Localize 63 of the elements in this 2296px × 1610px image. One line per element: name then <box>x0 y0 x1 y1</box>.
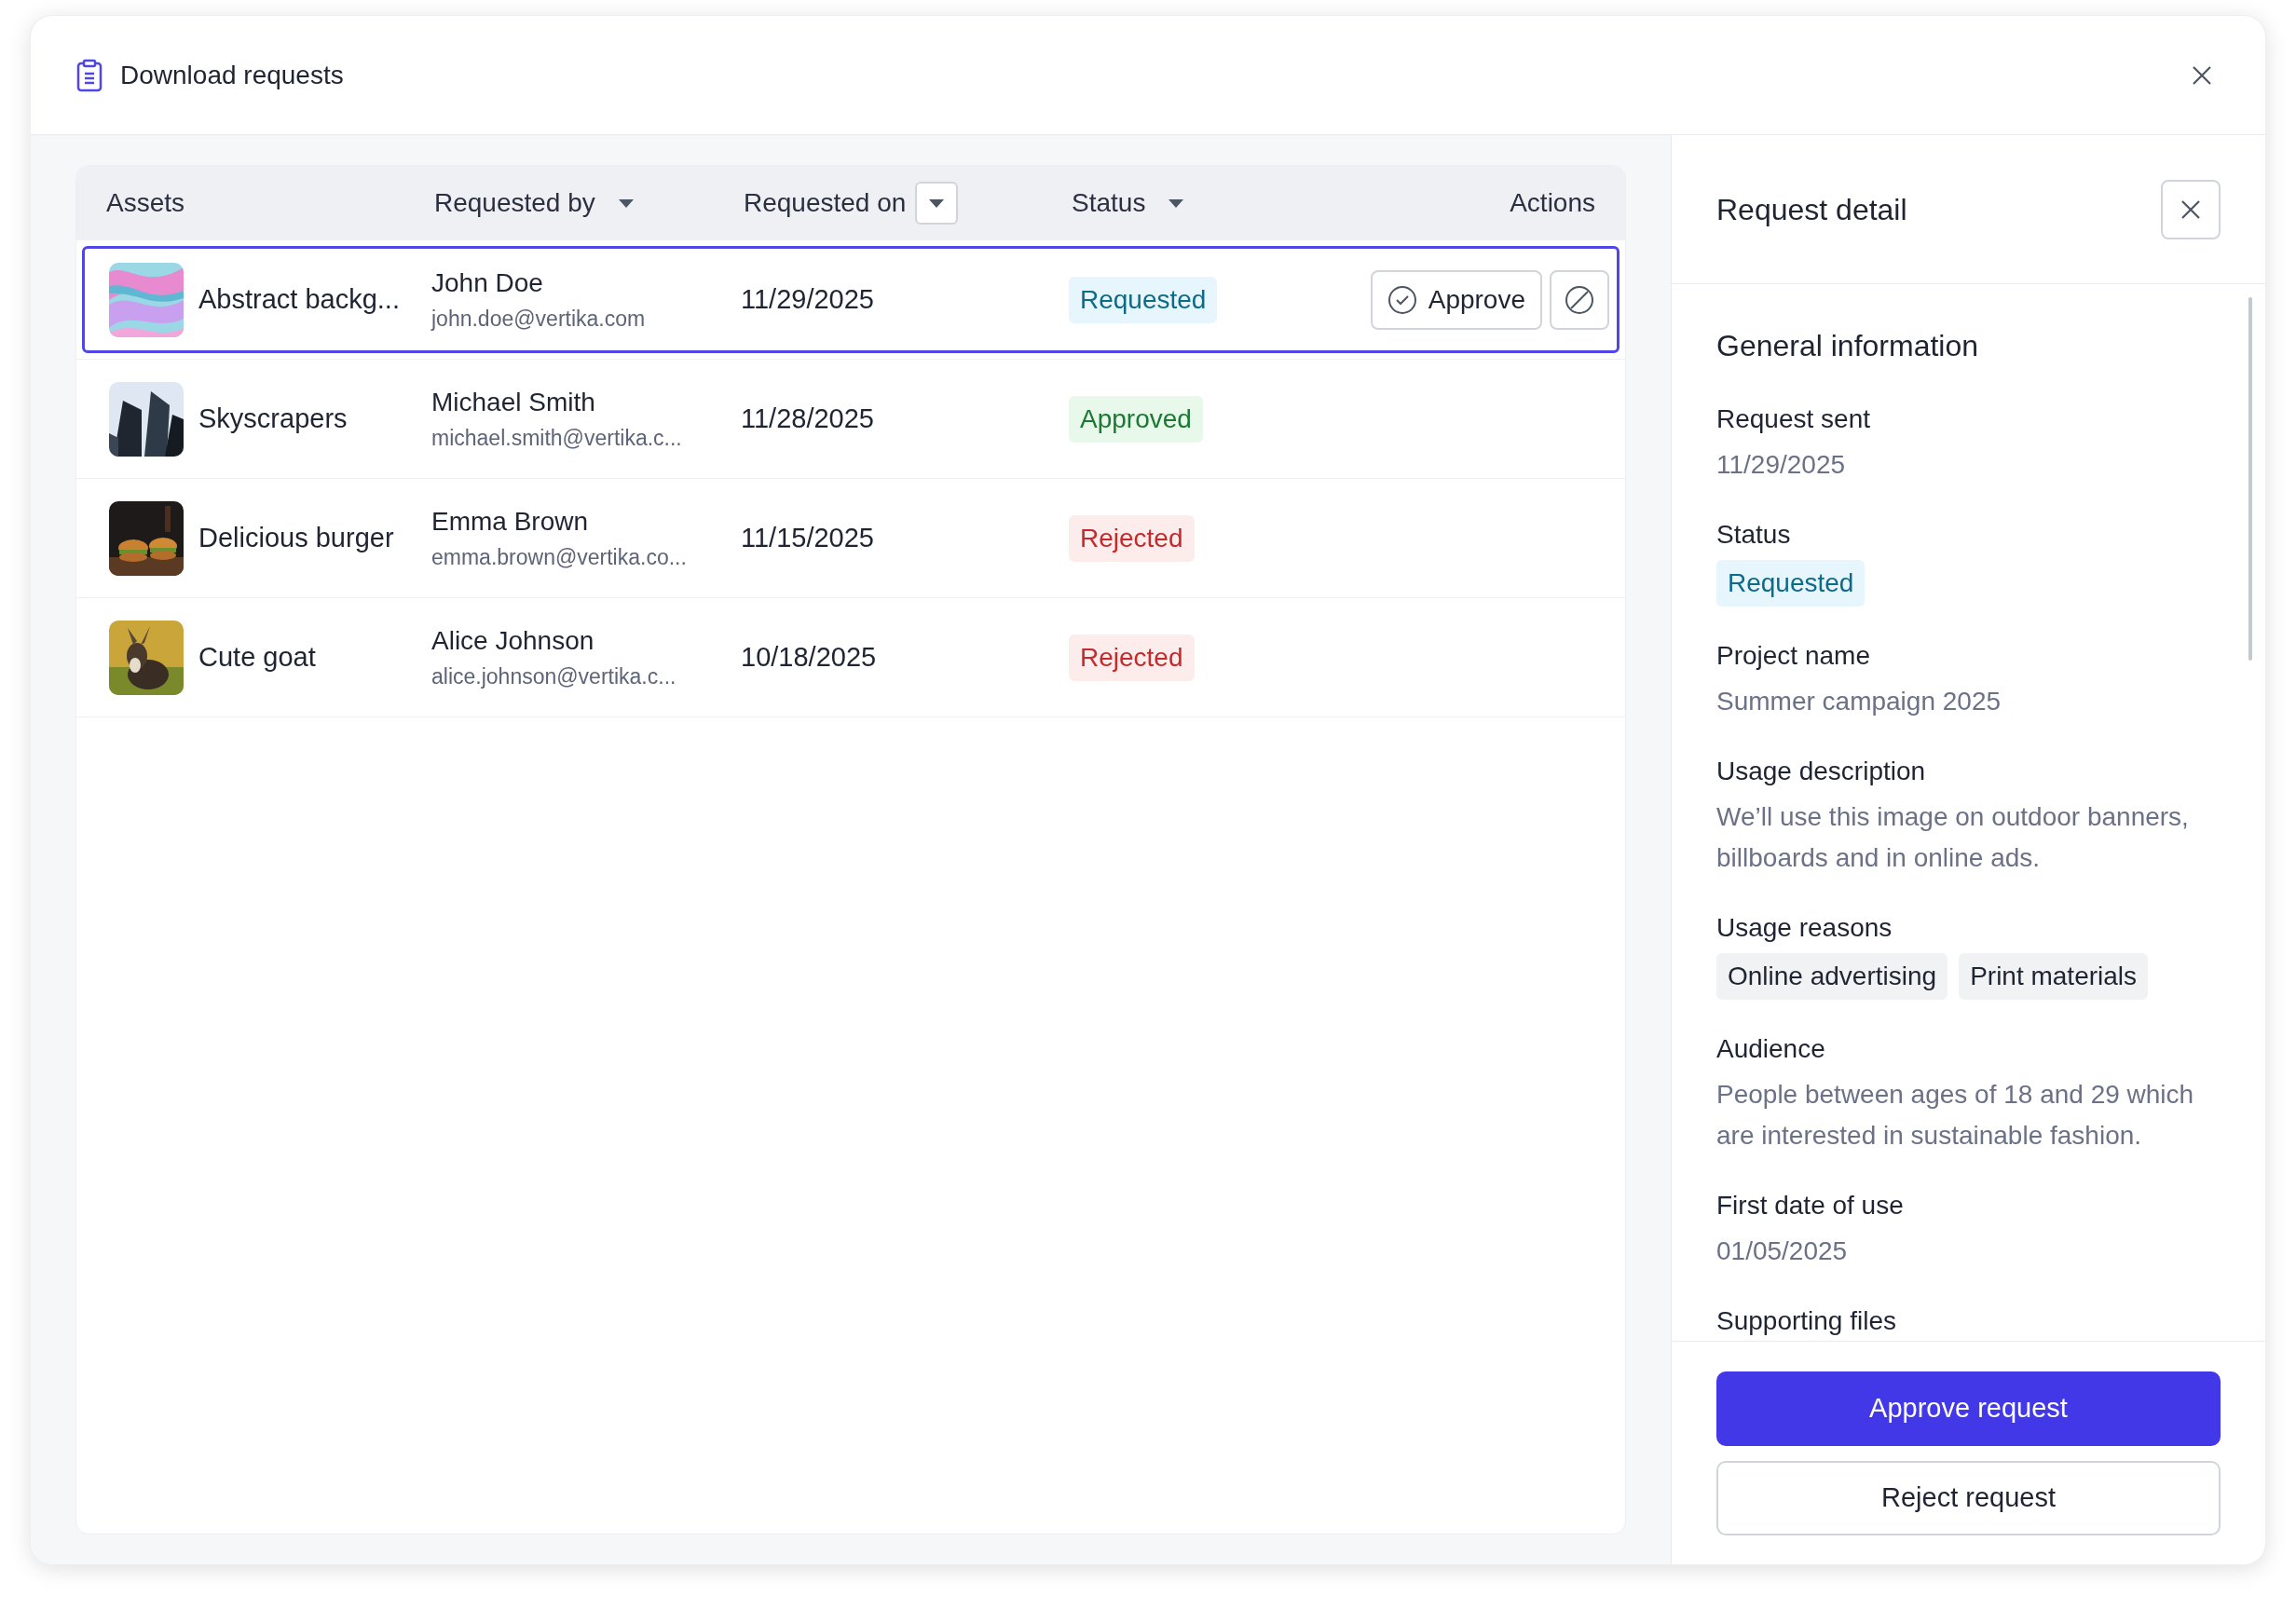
column-header: Requested by <box>434 187 595 219</box>
requester-name: Michael Smith <box>431 387 596 419</box>
prohibited-icon <box>1565 284 1594 315</box>
asset-name: Skyscrapers <box>198 402 348 435</box>
check-circle-icon <box>1387 284 1417 315</box>
field-label: Request sent <box>1716 403 1871 435</box>
asset-name: Cute goat <box>198 640 316 674</box>
status-badge: Requested <box>1716 560 1866 607</box>
panel-title: Request detail <box>1716 191 1908 228</box>
request-date: 10/18/2025 <box>741 641 877 672</box>
sort-button[interactable] <box>915 182 959 225</box>
dialog-title: Download requests <box>120 59 344 91</box>
asset-name: Abstract backg... <box>198 282 400 316</box>
clipboard-icon <box>75 58 103 92</box>
field-value: 01/05/2025 <box>1716 1235 1849 1267</box>
status-badge: Rejected <box>1069 514 1195 562</box>
request-date: 11/29/2025 <box>741 283 874 314</box>
field-label: Usage description <box>1716 756 1927 787</box>
caret-icon <box>618 198 634 208</box>
table-row[interactable]: Delicious burger Emma Brown emma.brown@vertika.co... 11/15/2025 Rejected <box>82 484 1620 592</box>
column-header: Status <box>1072 187 1146 219</box>
field-value: 11/29/2025 <box>1716 449 1847 481</box>
field-label: Supporting files <box>1716 1305 1897 1337</box>
field-label: Status <box>1716 519 1792 551</box>
field-value: People between ages of 18 and 29 which are interested in sustainable fashion. <box>1716 1079 2195 1152</box>
status-badge: Rejected <box>1069 634 1195 681</box>
request-date: 11/28/2025 <box>741 402 874 433</box>
tag: Online advertising <box>1716 953 1948 1000</box>
field-value: Summer campaign 2025 <box>1716 686 2002 717</box>
request-date: 11/15/2025 <box>741 522 874 553</box>
status-badge: Approved <box>1069 395 1203 443</box>
requester-email: john.doe@vertika.com <box>431 306 647 334</box>
requester-email: emma.brown@vertika.co... <box>431 544 688 572</box>
table-row[interactable]: Skyscrapers Michael Smith michael.smith@vertika.c... 11/28/2025 Approved <box>82 365 1620 472</box>
requester-name: Alice Johnson <box>431 625 595 658</box>
requester-email: alice.johnson@vertika.c... <box>431 663 677 691</box>
tag: Print materials <box>1959 953 2149 1000</box>
table-row[interactable]: Abstract backg... John Doe john.doe@vertika.com 11/29/2025 Requested Approve <box>82 246 1620 353</box>
status-badge: Requested <box>1069 276 1218 323</box>
column-header: Actions <box>1510 187 1595 219</box>
column-header: Assets <box>106 187 185 219</box>
approve-button[interactable]: Approve <box>1370 269 1542 330</box>
field-label: Usage reasons <box>1716 912 1893 944</box>
scrollbar[interactable] <box>2248 297 2252 661</box>
column-header: Requested on <box>744 187 907 219</box>
caret-icon <box>1168 198 1184 208</box>
field-value: We’ll use this image on outdoor banners, billboards and in online ads. <box>1716 801 2190 874</box>
caret-icon <box>929 198 945 208</box>
field-label: First date of use <box>1716 1190 1905 1221</box>
close-icon <box>2180 198 2202 221</box>
requester-email: michael.smith@vertika.c... <box>431 425 683 453</box>
reject-button[interactable] <box>1550 269 1609 330</box>
field-label: Project name <box>1716 640 1871 672</box>
table-row[interactable]: Cute goat Alice Johnson alice.johnson@vertika.c... 10/18/2025 Rejected <box>82 604 1620 711</box>
close-panel-button[interactable] <box>2161 179 2221 239</box>
field-label: Audience <box>1716 1033 1826 1065</box>
section-heading: General information <box>1716 328 1980 364</box>
asset-name: Delicious burger <box>198 521 394 554</box>
close-icon <box>2191 63 2213 87</box>
approve-request-button[interactable]: Approve request <box>1716 1371 2221 1446</box>
reject-request-button[interactable]: Reject request <box>1716 1461 2221 1535</box>
requester-name: John Doe <box>431 267 544 300</box>
requester-name: Emma Brown <box>431 506 590 539</box>
